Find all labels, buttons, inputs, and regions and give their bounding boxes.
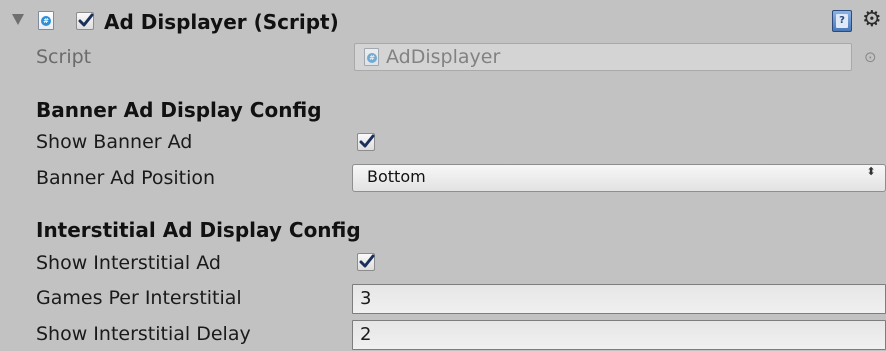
games-per-interstitial-value: 3: [360, 288, 372, 309]
show-banner-checkbox[interactable]: [357, 133, 375, 151]
script-field-icon: #: [364, 48, 379, 66]
script-badge: #: [41, 16, 51, 26]
script-field-value: AdDisplayer: [386, 46, 501, 68]
checkmark-icon: [359, 134, 375, 148]
show-banner-label: Show Banner Ad: [36, 131, 193, 153]
checkmark-icon: [78, 13, 94, 27]
show-interstitial-delay-label: Show Interstitial Delay: [36, 323, 251, 345]
component-title[interactable]: Ad Displayer (Script): [104, 9, 339, 35]
interstitial-section-header: Interstitial Ad Display Config: [36, 218, 361, 242]
banner-position-label: Banner Ad Position: [36, 167, 216, 189]
help-book-glyph: ?: [836, 14, 848, 28]
show-interstitial-label: Show Interstitial Ad: [36, 252, 221, 274]
games-per-interstitial-label: Games Per Interstitial: [36, 287, 242, 309]
gear-icon[interactable]: ⚙: [862, 8, 882, 32]
object-picker-icon[interactable]: ⊙: [864, 47, 877, 67]
script-field-badge: #: [367, 53, 377, 63]
inspector-panel: # Ad Displayer (Script) ? ⚙ Script # AdD…: [0, 0, 886, 351]
show-interstitial-checkbox[interactable]: [357, 253, 375, 271]
show-interstitial-delay-field[interactable]: [352, 320, 886, 350]
foldout-expanded-icon[interactable]: [12, 14, 24, 25]
script-icon: #: [38, 11, 54, 30]
checkmark-icon: [359, 254, 375, 268]
banner-position-value: Bottom: [367, 167, 426, 186]
help-book-icon[interactable]: ?: [832, 10, 852, 32]
games-per-interstitial-field[interactable]: [352, 284, 886, 314]
banner-position-dropdown[interactable]: [352, 164, 886, 192]
dropdown-arrows-icon: ⬍: [866, 165, 876, 178]
component-enabled-checkbox[interactable]: [76, 12, 94, 30]
script-label: Script: [36, 46, 92, 68]
show-interstitial-delay-value: 2: [360, 324, 372, 345]
banner-section-header: Banner Ad Display Config: [36, 98, 322, 122]
